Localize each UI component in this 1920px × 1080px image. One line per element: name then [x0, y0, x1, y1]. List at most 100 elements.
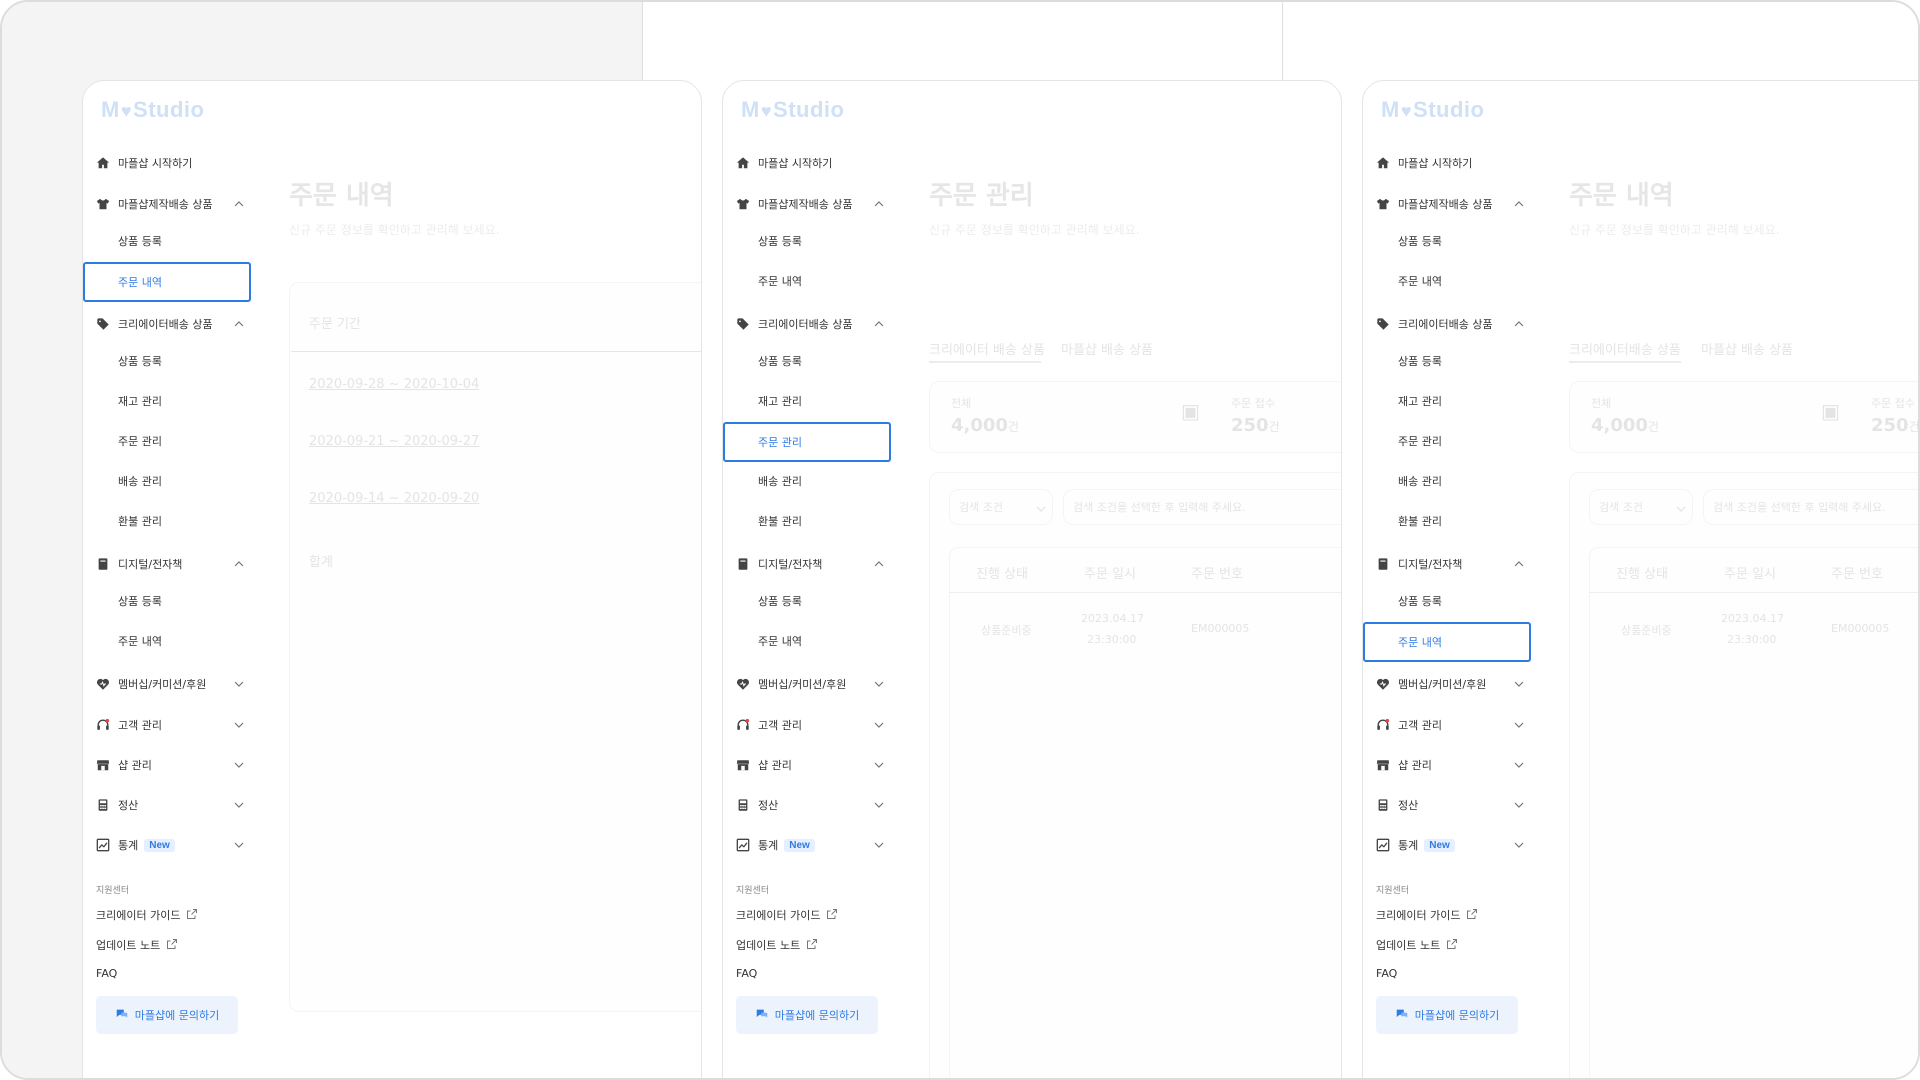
sidebar-item-settlement[interactable]: 정산 — [96, 794, 246, 816]
sidebar-item-home[interactable]: 마플샵 시작하기 — [736, 152, 886, 174]
stat-received-label: 주문 접수 — [1231, 397, 1275, 410]
tshirt-icon — [736, 197, 750, 211]
sidebar-item-customer[interactable]: 고객 관리 — [1376, 714, 1526, 736]
tab-maple-delivery[interactable]: 마플샵 배송 상품 — [1701, 339, 1793, 358]
sidebar-item-label: 고객 관리 — [1398, 719, 1442, 732]
sidebar-subitem-selected[interactable]: 주문 관리 — [723, 422, 891, 462]
sidebar-item-group-maple-product[interactable]: 마플샵제작배송 상품 — [96, 193, 246, 215]
sidebar-item-shop[interactable]: 샵 관리 — [96, 754, 246, 776]
sidebar-subitem[interactable]: 주문 내역 — [1398, 271, 1442, 293]
period-link[interactable]: 2020-09-14 ~ 2020-09-20 — [309, 491, 479, 506]
sidebar-item-stats[interactable]: 통계 New — [1376, 834, 1526, 856]
sidebar-subitem[interactable]: 주문 내역 — [758, 271, 802, 293]
sidebar-item-group-digital[interactable]: 디지털/전자책 — [736, 553, 886, 575]
period-link[interactable]: 2020-09-21 ~ 2020-09-27 — [309, 434, 479, 449]
sidebar-item-group-creator-product[interactable]: 크리에이터배송 상품 — [1376, 313, 1526, 335]
sidebar-subitem[interactable]: 환불 관리 — [1398, 511, 1442, 533]
sidebar-item-group-digital[interactable]: 디지털/전자책 — [96, 553, 246, 575]
faq-link[interactable]: FAQ — [96, 967, 117, 980]
stat-total-number: 4,000 — [951, 415, 1008, 436]
order-number-cell[interactable]: EM000005 — [1831, 622, 1889, 635]
sidebar-item-customer[interactable]: 고객 관리 — [736, 714, 886, 736]
period-link[interactable]: 2020-09-28 ~ 2020-10-04 — [309, 377, 479, 392]
sidebar-subitem[interactable]: 재고 관리 — [1398, 391, 1442, 413]
sidebar-item-shop[interactable]: 샵 관리 — [736, 754, 886, 776]
sidebar-subitem[interactable]: 재고 관리 — [758, 391, 802, 413]
sidebar-item-label: 마플샵제작배송 상품 — [758, 198, 853, 211]
sidebar-item-label: 크리에이터배송 상품 — [758, 318, 853, 331]
sidebar-subitem[interactable]: 주문 내역 — [758, 631, 802, 653]
update-notes-link[interactable]: 업데이트 노트 — [1376, 937, 1458, 953]
inquiry-label: 마플샵에 문의하기 — [774, 1009, 860, 1022]
external-link-icon — [1460, 908, 1478, 923]
sidebar-item-group-creator-product[interactable]: 크리에이터배송 상품 — [736, 313, 886, 335]
table-header-divider — [1589, 592, 1918, 593]
sidebar-item-settlement[interactable]: 정산 — [1376, 794, 1526, 816]
sidebar-subitem[interactable]: 상품 등록 — [758, 591, 802, 613]
update-notes-link[interactable]: 업데이트 노트 — [96, 937, 178, 953]
tab-creator-delivery[interactable]: 크리에이터 배송 상품 — [929, 339, 1045, 358]
sidebar-item-label: 통계 — [1398, 839, 1419, 852]
sidebar-subitem[interactable]: 환불 관리 — [118, 511, 162, 533]
sidebar-subitem[interactable]: 재고 관리 — [118, 391, 162, 413]
sidebar-subitem[interactable]: 상품 등록 — [118, 591, 162, 613]
calculator-icon — [1376, 798, 1390, 812]
tab-maple-delivery[interactable]: 마플샵 배송 상품 — [1061, 339, 1153, 358]
sidebar-item-group-maple-product[interactable]: 마플샵제작배송 상품 — [1376, 193, 1526, 215]
sidebar-item-membership[interactable]: 멤버십/커미션/후원 — [96, 673, 246, 695]
tab-creator-delivery[interactable]: 크리에이터배송 상품 — [1569, 339, 1681, 358]
sidebar-item-customer[interactable]: 고객 관리 — [96, 714, 246, 736]
chevron-down-icon — [1512, 838, 1526, 852]
sidebar-item-membership[interactable]: 멤버십/커미션/후원 — [1376, 673, 1526, 695]
sidebar-subitem[interactable]: 상품 등록 — [118, 231, 162, 253]
sidebar-subitem[interactable]: 주문 관리 — [1398, 431, 1442, 453]
sidebar-item-group-creator-product[interactable]: 크리에이터배송 상품 — [96, 313, 246, 335]
stat-received-unit: 건 — [1908, 420, 1920, 434]
creator-guide-link[interactable]: 크리에이터 가이드 — [736, 907, 838, 923]
sidebar-subitem[interactable]: 배송 관리 — [118, 471, 162, 493]
main-content: 주문 내역 신규 주문 정보를 확인하고 관리해 보세요. 주문 기간 2020-09… — [251, 137, 701, 1078]
order-number-cell[interactable]: EM000005 — [1191, 622, 1249, 635]
sidebar-subitem[interactable]: 주문 관리 — [118, 431, 162, 453]
sidebar-item-membership[interactable]: 멤버십/커미션/후원 — [736, 673, 886, 695]
faq-link[interactable]: FAQ — [736, 967, 757, 980]
sidebar-subitem[interactable]: 상품 등록 — [118, 351, 162, 373]
sidebar-item-group-maple-product[interactable]: 마플샵제작배송 상품 — [736, 193, 886, 215]
sidebar-item-home[interactable]: 마플샵 시작하기 — [1376, 152, 1526, 174]
sidebar-subitem[interactable]: 상품 등록 — [1398, 591, 1442, 613]
creator-guide-link[interactable]: 크리에이터 가이드 — [96, 907, 198, 923]
table-column-header: 주문 일시 — [1724, 567, 1776, 582]
sidebar-subitem[interactable]: 상품 등록 — [1398, 351, 1442, 373]
sidebar-item-settlement[interactable]: 정산 — [736, 794, 886, 816]
studio-window: M♥Studio 마플샵 시작하기 마플샵제작배송 상품 상품 등록 주문 내역 크리에이… — [722, 80, 1342, 1078]
sidebar-subitem[interactable]: 상품 등록 — [758, 231, 802, 253]
sidebar-subitem[interactable]: 상품 등록 — [758, 351, 802, 373]
inquiry-button[interactable]: 마플샵에 문의하기 — [1376, 996, 1518, 1034]
sidebar-item-shop[interactable]: 샵 관리 — [1376, 754, 1526, 776]
faq-link[interactable]: FAQ — [1376, 967, 1397, 980]
sidebar-subitem[interactable]: 상품 등록 — [1398, 231, 1442, 253]
stat-received-unit: 건 — [1268, 420, 1280, 434]
chevron-down-icon — [232, 798, 246, 812]
studio-logo[interactable]: M♥Studio — [101, 97, 204, 123]
sidebar-subitem[interactable]: 배송 관리 — [758, 471, 802, 493]
sidebar-item-stats[interactable]: 통계 New — [736, 834, 886, 856]
sidebar-item-stats[interactable]: 통계 New — [96, 834, 246, 856]
studio-logo[interactable]: M♥Studio — [741, 97, 844, 123]
sidebar-item-group-digital[interactable]: 디지털/전자책 — [1376, 553, 1526, 575]
sidebar-subitem-selected[interactable]: 주문 내역 — [83, 262, 251, 302]
sidebar-subitem[interactable]: 배송 관리 — [1398, 471, 1442, 493]
inquiry-button[interactable]: 마플샵에 문의하기 — [736, 996, 878, 1034]
studio-logo[interactable]: M♥Studio — [1381, 97, 1484, 123]
sidebar-item-home[interactable]: 마플샵 시작하기 — [96, 152, 246, 174]
inquiry-button[interactable]: 마플샵에 문의하기 — [96, 996, 238, 1034]
sidebar-subitem[interactable]: 환불 관리 — [758, 511, 802, 533]
page-subtitle: 신규 주문 정보를 확인하고 관리해 보세요. — [929, 223, 1140, 237]
page-title: 주문 내역 — [289, 181, 394, 211]
sidebar-item-label: 멤버십/커미션/후원 — [1398, 678, 1487, 691]
sidebar-subitem[interactable]: 주문 내역 — [118, 631, 162, 653]
update-notes-link[interactable]: 업데이트 노트 — [736, 937, 818, 953]
sidebar-subitem-selected[interactable]: 주문 내역 — [1363, 622, 1531, 662]
search-condition-text: 검색 조건 — [959, 501, 1003, 514]
creator-guide-link[interactable]: 크리에이터 가이드 — [1376, 907, 1478, 923]
